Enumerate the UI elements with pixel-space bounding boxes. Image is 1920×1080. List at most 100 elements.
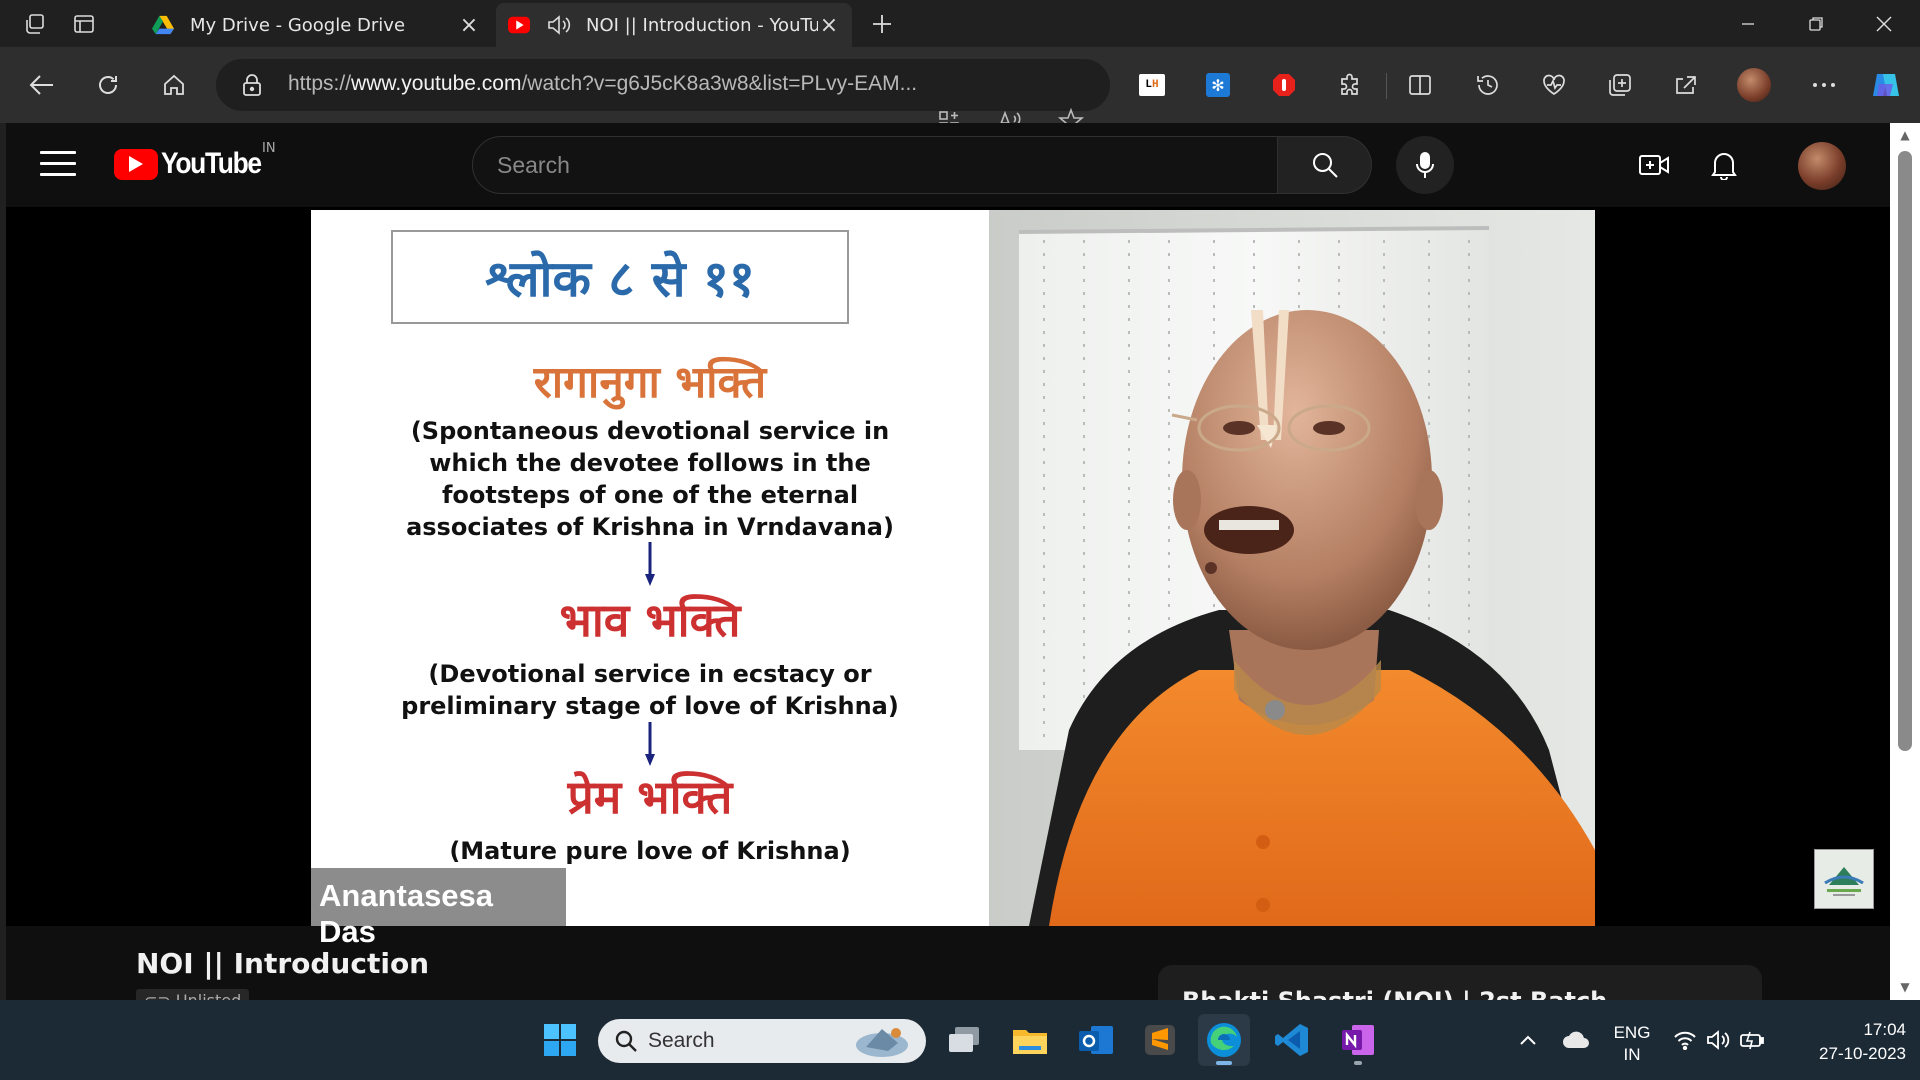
collections-icon[interactable]	[1600, 65, 1640, 105]
youtube-page: YouTube IN श्लोक ८ से ११ रागानुगा भक्ति …	[6, 123, 1890, 1000]
slide-level1-description: (Spontaneous devotional service in which…	[406, 417, 894, 541]
running-app-indicator	[1354, 1061, 1362, 1065]
file-explorer-icon[interactable]	[1004, 1014, 1056, 1066]
search-highlight-illustration-icon	[856, 1028, 908, 1057]
copilot-icon[interactable]	[1866, 65, 1906, 105]
speaker-icon[interactable]	[546, 14, 572, 36]
active-app-indicator	[1216, 1061, 1232, 1065]
scroll-down-icon[interactable]: ▼	[1897, 979, 1913, 995]
speaker-name-tag: Anantasesa Das	[311, 868, 566, 949]
down-arrow-icon	[645, 722, 655, 766]
onenote-icon[interactable]	[1332, 1014, 1384, 1066]
search-icon	[1312, 153, 1338, 178]
voice-search-button[interactable]	[1396, 136, 1454, 194]
tab-title: My Drive - Google Drive	[190, 14, 406, 36]
clock-date: 27-10-2023	[1819, 1044, 1906, 1063]
scroll-up-icon[interactable]: ▲	[1897, 127, 1913, 143]
youtube-icon	[508, 16, 530, 34]
clock-time: 17:04	[1863, 1020, 1906, 1039]
slide-level3-title: प्रेम भक्ति	[567, 770, 733, 824]
channel-watermark-logo[interactable]	[1814, 849, 1874, 909]
playlist-panel-title[interactable]: Bhakti Shastri (NOI) | 2st Batch	[1158, 965, 1762, 1000]
taskbar-search-placeholder: Search	[648, 1029, 715, 1052]
url-path: /watch?v=g6J5cK8a3w8&list=PLvy-EAM...	[521, 72, 918, 95]
battery-icon	[1740, 1031, 1764, 1050]
unlisted-badge: ⊂⊃ Unlisted	[136, 989, 250, 1000]
google-drive-icon	[152, 15, 174, 35]
language-indicator[interactable]: ENG IN	[1604, 1022, 1660, 1066]
taskbar-search-box[interactable]: Search	[598, 1019, 926, 1063]
notifications-bell-icon[interactable]	[1702, 143, 1746, 187]
slide-level1-title: रागानुगा भक्ति	[533, 357, 767, 408]
url-host: www.youtube.com	[351, 72, 522, 95]
down-arrow-icon	[645, 542, 655, 586]
youtube-logo[interactable]: YouTube IN	[114, 141, 276, 181]
tab-title: NOI || Introduction - YouTube	[586, 14, 818, 36]
extensions-puzzle-icon[interactable]	[1330, 65, 1370, 105]
address-bar[interactable]: https://www.youtube.com/watch?v=g6J5cK8a…	[216, 59, 1110, 111]
adblock-icon[interactable]	[1264, 65, 1304, 105]
outlook-icon[interactable]	[1070, 1014, 1122, 1066]
menu-icon[interactable]	[40, 151, 76, 179]
home-icon[interactable]	[154, 65, 194, 105]
video-title: NOI || Introduction	[136, 947, 430, 980]
unlisted-label: Unlisted	[176, 991, 241, 1000]
tab-google-drive[interactable]: My Drive - Google Drive ×	[140, 3, 492, 47]
share-icon[interactable]	[1666, 65, 1706, 105]
history-icon[interactable]	[1468, 65, 1508, 105]
browser-tab-strip: My Drive - Google Drive × NOI || Introdu…	[0, 0, 1920, 47]
region-code: IN	[262, 141, 276, 156]
microsoft-edge-icon[interactable]	[1198, 1014, 1250, 1066]
start-button[interactable]	[534, 1014, 586, 1066]
slide-heading: श्लोक ८ से ११	[391, 230, 849, 324]
new-tab-icon[interactable]	[864, 6, 900, 42]
youtube-play-icon	[114, 148, 158, 180]
page-scrollbar[interactable]: ▲ ▼	[1890, 123, 1920, 1000]
slide-level2-description: (Devotional service in ecstacy or prelim…	[401, 660, 899, 720]
show-hidden-icons-chevron-icon[interactable]	[1502, 1014, 1554, 1066]
slide-level2-title: भाव भक्ति	[559, 593, 741, 647]
workspaces-icon[interactable]	[18, 6, 54, 42]
browser-essentials-icon[interactable]	[1534, 65, 1574, 105]
lighthouse-icon[interactable]: LH	[1132, 65, 1172, 105]
split-screen-icon[interactable]	[1400, 65, 1440, 105]
keyboard-region: IN	[1623, 1045, 1641, 1064]
onedrive-cloud-icon[interactable]	[1550, 1014, 1602, 1066]
clock[interactable]: 17:04 27-10-2023	[1786, 1018, 1906, 1066]
refresh-icon[interactable]	[88, 65, 128, 105]
url-text[interactable]: https://www.youtube.com/watch?v=g6J5cK8a…	[288, 72, 1140, 96]
profile-avatar[interactable]	[1734, 65, 1774, 105]
browser-toolbar: https://www.youtube.com/watch?v=g6J5cK8a…	[0, 47, 1920, 133]
close-icon[interactable]: ×	[818, 13, 840, 38]
search-input[interactable]	[473, 137, 1277, 193]
sublime-text-icon[interactable]	[1134, 1014, 1186, 1066]
slide-level3-description: (Mature pure love of Krishna)	[449, 837, 851, 865]
search-field[interactable]	[472, 136, 1278, 194]
tab-youtube[interactable]: NOI || Introduction - YouTube ×	[496, 3, 852, 47]
search-icon	[615, 1030, 637, 1052]
restore-icon[interactable]	[1782, 0, 1850, 47]
presentation-slide: श्लोक ८ से ११ रागानुगा भक्ति (Spontaneou…	[311, 210, 989, 949]
more-options-icon[interactable]	[1804, 65, 1844, 105]
system-tray-status[interactable]	[1664, 1014, 1774, 1066]
create-video-icon[interactable]	[1632, 143, 1676, 187]
close-icon[interactable]: ×	[458, 13, 480, 38]
vscode-icon[interactable]	[1266, 1014, 1318, 1066]
wifi-icon	[1674, 1031, 1696, 1050]
lock-icon[interactable]	[242, 73, 262, 97]
search-button[interactable]	[1278, 136, 1372, 194]
minimize-icon[interactable]	[1714, 0, 1782, 47]
back-icon[interactable]	[22, 65, 62, 105]
windows-taskbar: Search ENG IN 17:04 27-10-2023	[0, 1000, 1920, 1080]
volume-icon	[1707, 1030, 1730, 1050]
scrollbar-thumb[interactable]	[1898, 151, 1912, 751]
close-window-icon[interactable]	[1850, 0, 1918, 47]
video-player[interactable]: श्लोक ८ से ११ रागानुगा भक्ति (Spontaneou…	[6, 207, 1890, 949]
vertical-tabs-icon[interactable]	[66, 6, 102, 42]
microphone-icon	[1416, 152, 1434, 178]
language-code: ENG	[1613, 1023, 1651, 1042]
snowflake-extension-icon[interactable]: ✻	[1198, 65, 1238, 105]
youtube-wordmark: YouTube	[161, 147, 262, 180]
account-avatar[interactable]	[1798, 142, 1846, 190]
task-view-icon[interactable]	[938, 1014, 990, 1066]
